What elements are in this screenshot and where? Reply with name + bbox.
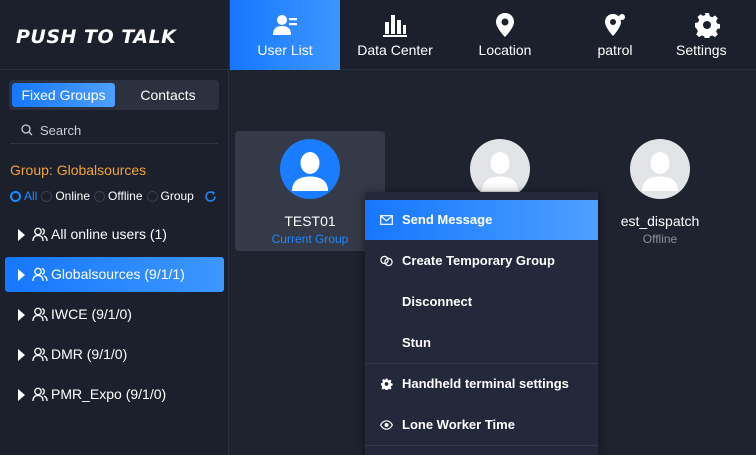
nav-user-list[interactable]: User List <box>230 0 340 70</box>
group-users-icon <box>32 347 48 362</box>
menu-item-label: Send Message <box>402 212 493 227</box>
nav-settings[interactable]: Settings <box>670 0 756 70</box>
radio-button <box>146 190 158 202</box>
refresh-icon[interactable] <box>204 190 217 203</box>
menu-item-stun[interactable]: Stun <box>365 323 598 363</box>
menu-separator <box>365 445 598 446</box>
tree-item-iwce[interactable]: IWCE (9/1/0) <box>5 297 224 332</box>
menu-item-label: Handheld terminal settings <box>402 376 569 391</box>
search-icon <box>21 124 33 136</box>
menu-item-label: Create Temporary Group <box>402 253 555 268</box>
user-avatar-icon <box>642 152 678 191</box>
group-tabs: Fixed Groups Contacts <box>9 80 219 110</box>
eye-icon <box>380 420 393 430</box>
user-name: TEST01 <box>284 213 336 229</box>
avatar <box>470 139 530 199</box>
filter-offline[interactable]: Offline <box>94 189 143 203</box>
user-status: Offline <box>642 232 678 246</box>
sidebar: Fixed Groups Contacts Group: Globalsourc… <box>0 70 229 455</box>
menu-item-handheld-terminal-settings[interactable]: Handheld terminal settings <box>365 364 598 404</box>
caret-right-icon[interactable] <box>18 349 25 361</box>
top-bar: PUSH TO TALK User List Data Center Locat… <box>0 0 756 70</box>
nav-label: Settings <box>676 42 727 58</box>
search-input[interactable] <box>40 120 210 140</box>
map-pin-icon <box>496 13 514 37</box>
nav-patrol[interactable]: patrol <box>560 0 670 70</box>
user-status: Current Group <box>271 232 349 246</box>
tab-contacts[interactable]: Contacts <box>121 83 215 107</box>
filter-all[interactable]: All <box>10 189 37 203</box>
filter-label: Offline <box>108 189 143 203</box>
nav-label: Data Center <box>357 42 433 58</box>
nav-data-center[interactable]: Data Center <box>340 0 450 70</box>
radio-button <box>94 190 106 202</box>
avatar <box>630 139 690 199</box>
menu-item-create-temporary-group[interactable]: Create Temporary Group <box>365 241 598 281</box>
bar-chart-icon <box>383 15 407 37</box>
tree-item-label: All online users (1) <box>51 226 167 242</box>
filter-label: All <box>24 189 38 203</box>
caret-right-icon[interactable] <box>18 229 25 241</box>
user-avatar-icon <box>292 152 328 191</box>
tab-fixed-groups[interactable]: Fixed Groups <box>12 83 115 107</box>
caret-right-icon[interactable] <box>18 269 25 281</box>
filter-online[interactable]: Online <box>41 189 90 203</box>
patrol-pin-icon <box>605 14 625 36</box>
filter-label: Group <box>160 189 194 203</box>
nav-location[interactable]: Location <box>450 0 560 70</box>
menu-item-send-message[interactable]: Send Message <box>365 200 598 240</box>
tree-item-globalsources[interactable]: Globalsources (9/1/1) <box>5 257 224 292</box>
nav-label: Location <box>478 42 532 58</box>
nav-label: User List <box>257 42 313 58</box>
radio-button <box>41 190 53 202</box>
envelope-icon <box>380 215 393 225</box>
user-avatar-icon <box>482 152 518 191</box>
menu-item-lone-worker-time[interactable]: Lone Worker Time <box>365 405 598 445</box>
user-name: est_dispatch <box>620 213 700 229</box>
tree-item-pmr-expo[interactable]: PMR_Expo (9/1/0) <box>5 377 224 412</box>
group-tree: All online users (1) Globalsources (9/1/… <box>5 217 224 417</box>
caret-right-icon[interactable] <box>18 309 25 321</box>
tree-item-label: IWCE (9/1/0) <box>51 306 132 322</box>
user-context-menu: Send Message Create Temporary Group Disc… <box>365 192 598 455</box>
app-logo: PUSH TO TALK <box>16 26 177 48</box>
user-list-icon <box>273 15 297 35</box>
gear-icon <box>380 378 393 390</box>
group-users-icon <box>32 227 48 242</box>
main-nav: User List Data Center Location patrol Se… <box>230 0 756 70</box>
gear-icon <box>695 13 720 38</box>
user-card-test-dispatch[interactable]: est_dispatch Offline <box>585 131 735 251</box>
tree-item-label: DMR (9/1/0) <box>51 346 128 362</box>
menu-item-label: Lone Worker Time <box>402 417 515 432</box>
temp-group-icon <box>380 255 393 267</box>
nav-label: patrol <box>597 42 633 58</box>
menu-item-disconnect[interactable]: Disconnect <box>365 282 598 322</box>
radio-button <box>10 190 21 202</box>
search-box <box>10 118 218 144</box>
tree-item-dmr[interactable]: DMR (9/1/0) <box>5 337 224 372</box>
tree-item-label: Globalsources (9/1/1) <box>51 266 185 282</box>
group-users-icon <box>32 307 48 322</box>
caret-right-icon[interactable] <box>18 389 25 401</box>
filter-group[interactable]: Group <box>146 189 194 203</box>
menu-item-label: Stun <box>402 335 431 350</box>
tree-item-label: PMR_Expo (9/1/0) <box>51 386 167 402</box>
group-users-icon <box>32 387 48 402</box>
user-filters: All Online Offline Group <box>10 188 217 204</box>
avatar <box>280 139 340 199</box>
current-group-title: Group: Globalsources <box>10 162 147 178</box>
tree-item-all-online[interactable]: All online users (1) <box>5 217 224 252</box>
user-card-test01[interactable]: TEST01 Current Group <box>235 131 385 251</box>
group-users-icon <box>32 267 48 282</box>
menu-item-label: Disconnect <box>402 294 473 309</box>
filter-label: Online <box>55 189 91 203</box>
